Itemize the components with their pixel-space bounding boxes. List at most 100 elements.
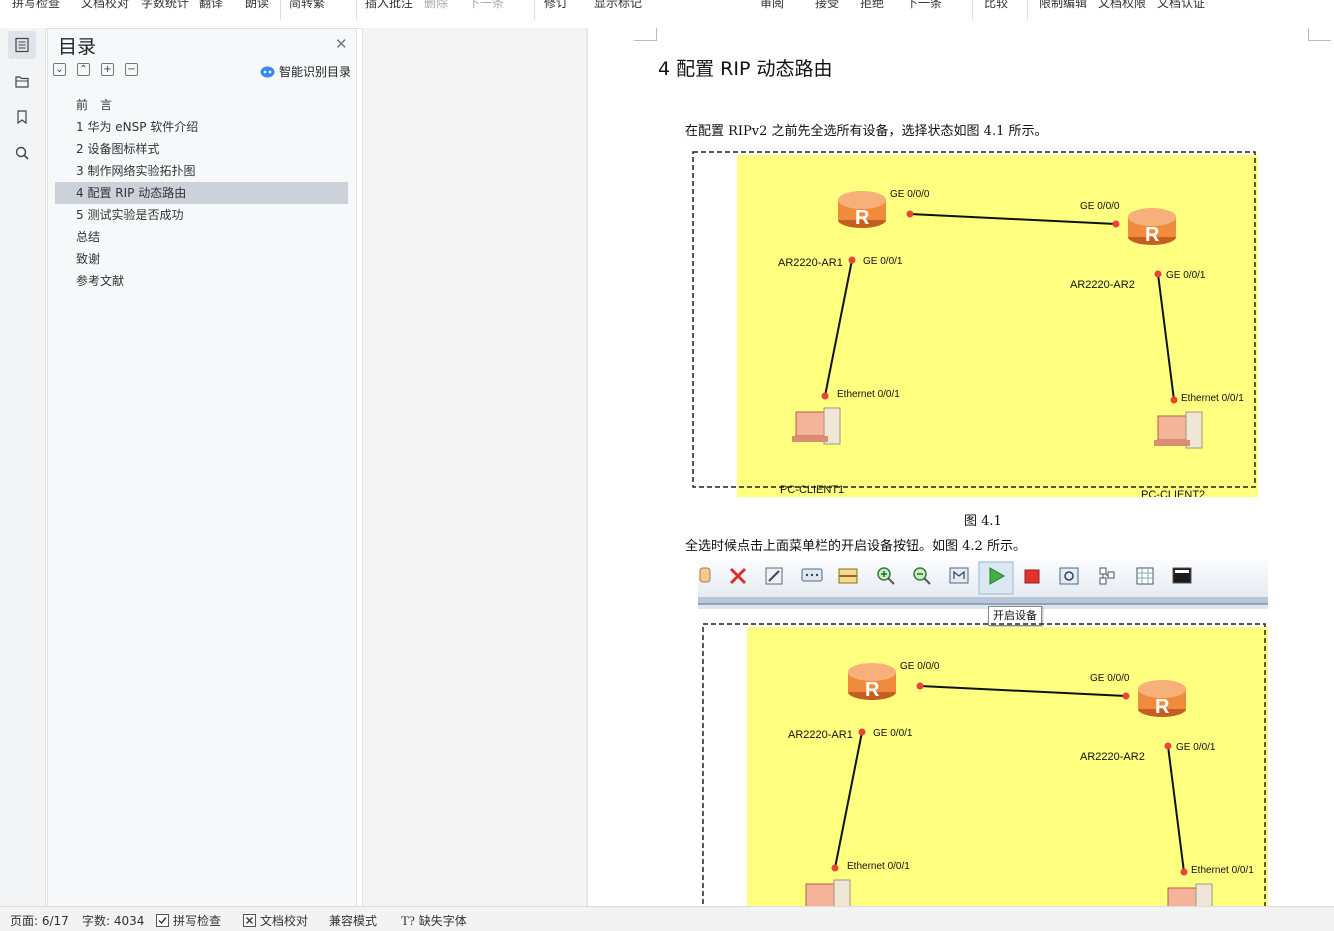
bookmark-icon: [17, 110, 27, 125]
collapse-all-icon[interactable]: ⌄: [53, 63, 66, 76]
crop-mark: [634, 28, 657, 41]
doc-certify-button[interactable]: 文档认证: [1157, 0, 1205, 11]
port-dot: [1170, 396, 1178, 404]
restrict-editing-button[interactable]: 限制编辑: [1039, 0, 1087, 11]
port-dot: [1164, 742, 1172, 750]
port-dot: [858, 728, 866, 736]
search-icon: [15, 146, 29, 160]
crop-mark: [1308, 28, 1331, 41]
pc-icon[interactable]: [792, 407, 841, 445]
router-icon[interactable]: R: [838, 191, 886, 229]
proofread-status[interactable]: 文档校对: [243, 912, 308, 929]
router-icon[interactable]: R: [848, 663, 896, 701]
simp-to-trad-button[interactable]: 简转繁: [289, 0, 325, 11]
toc-item[interactable]: 前 言: [55, 94, 348, 116]
show-markup-button[interactable]: 显示标记: [594, 0, 642, 11]
document-page[interactable]: 4 配置 RIP 动态路由 在配置 RIPv2 之前先全选所有设备，选择状态如图…: [588, 28, 1334, 906]
next-comment-button[interactable]: 下一条: [468, 0, 504, 11]
svg-text:R: R: [865, 679, 880, 701]
missing-font-icon: T?: [401, 912, 415, 928]
pc-icon[interactable]: [805, 879, 851, 906]
compat-mode: 兼容模式: [329, 914, 378, 928]
device-label: AR2220-AR2: [1070, 279, 1135, 291]
hand-icon[interactable]: [699, 567, 711, 583]
ai-cloud-icon: [260, 66, 275, 77]
palette-icon[interactable]: [838, 568, 858, 584]
insert-comment-button[interactable]: 插入批注: [365, 0, 413, 11]
port-label: Ethernet 0/0/1: [1181, 393, 1244, 404]
fit-icon[interactable]: [949, 567, 969, 584]
port-label: Ethernet 0/0/1: [1191, 865, 1254, 876]
toolbar-divider: [1027, 0, 1028, 20]
nav-rail: [0, 28, 46, 906]
missing-font-label: 缺失字体: [418, 914, 467, 928]
toc-item[interactable]: 5 测试实验是否成功: [55, 204, 348, 226]
port-label: GE 0/0/0: [900, 661, 940, 672]
proofread-button[interactable]: 文档校对: [81, 0, 129, 11]
toc-item[interactable]: 总结: [55, 226, 348, 248]
paragraph: 全选时候点击上面菜单栏的开启设备按钮。如图 4.2 所示。: [685, 539, 1026, 554]
doc-permission-button[interactable]: 文档权限: [1098, 0, 1146, 11]
port-dot: [1180, 868, 1188, 876]
reject-button[interactable]: 拒绝: [860, 0, 884, 11]
proofread-label: 文档校对: [260, 914, 309, 928]
toc-item[interactable]: 3 制作网络实验拓扑图: [55, 160, 348, 182]
next-change-button[interactable]: 下一条: [906, 0, 942, 11]
port-label: GE 0/0/1: [1166, 270, 1206, 281]
track-changes-button[interactable]: 修订: [544, 0, 568, 11]
close-icon[interactable]: ✕: [335, 35, 348, 53]
toc-item[interactable]: 致谢: [55, 248, 348, 270]
stop-device-icon[interactable]: [1024, 569, 1040, 584]
port-dot: [831, 864, 839, 872]
bookmark-rail-button[interactable]: [8, 103, 36, 131]
translate-button[interactable]: 翻译: [199, 0, 223, 11]
port-dot: [1122, 692, 1130, 700]
toolbar-divider: [972, 0, 973, 20]
router-icon[interactable]: R: [1138, 680, 1186, 718]
link-tool-icon[interactable]: [765, 567, 783, 585]
read-aloud-button[interactable]: 朗读: [245, 0, 269, 11]
chapter-rail-button[interactable]: [8, 67, 36, 95]
page-indicator[interactable]: 页面: 6/17: [10, 912, 69, 929]
port-dot: [906, 210, 914, 218]
smart-toc-button[interactable]: 智能识别目录: [260, 63, 351, 80]
toolbar-divider: [280, 0, 281, 20]
device-label: PC-CLIENT1: [780, 484, 844, 496]
router-icon[interactable]: R: [1128, 208, 1176, 246]
spell-check-label: 拼写检查: [173, 914, 222, 928]
toc-item-selected[interactable]: 4 配置 RIP 动态路由: [55, 182, 348, 204]
add-level-icon[interactable]: +: [101, 63, 114, 76]
port-dot: [848, 256, 856, 264]
terminal-icon[interactable]: [1172, 567, 1192, 584]
toc-item[interactable]: 1 华为 eNSP 软件介绍: [55, 116, 348, 138]
missing-font-status[interactable]: T? 缺失字体: [401, 912, 467, 929]
compare-button[interactable]: 比较: [984, 0, 1008, 11]
capture-icon[interactable]: [1059, 567, 1079, 585]
toolbar-divider: [534, 0, 535, 20]
delete-comment-button[interactable]: 删除: [424, 0, 448, 11]
toc-panel: 目录 ✕ ⌄ ⌃ + − 智能识别目录 前 言 1 华为 eNSP 软件介绍 2…: [47, 28, 357, 907]
svg-text:R: R: [1145, 224, 1160, 246]
review-button[interactable]: 审阅: [760, 0, 784, 11]
grid-icon[interactable]: [1136, 567, 1154, 585]
word-count-button[interactable]: 字数统计: [141, 0, 189, 11]
toc-rail-button[interactable]: [8, 31, 36, 59]
device-label: AR2220-AR1: [778, 257, 843, 269]
port-dot: [916, 682, 924, 690]
toc-item[interactable]: 参考文献: [55, 270, 348, 292]
word-count[interactable]: 字数: 4034: [82, 912, 144, 929]
smart-toc-label: 智能识别目录: [279, 65, 352, 79]
remove-level-icon[interactable]: −: [125, 63, 138, 76]
pc-icon[interactable]: [1154, 411, 1203, 449]
spell-check-status[interactable]: 拼写检查: [156, 912, 221, 929]
device-label: AR2220-AR1: [788, 729, 853, 741]
accept-button[interactable]: 接受: [815, 0, 839, 11]
toc-item[interactable]: 2 设备图标样式: [55, 138, 348, 160]
text-tool-icon[interactable]: [801, 568, 823, 582]
expand-up-icon[interactable]: ⌃: [77, 63, 90, 76]
checkbox-icon: [156, 914, 169, 927]
search-rail-button[interactable]: [8, 139, 36, 167]
spell-check-button[interactable]: 拼写检查: [12, 0, 60, 11]
section-heading: 4 配置 RIP 动态路由: [658, 58, 833, 80]
svg-text:R: R: [855, 207, 870, 229]
